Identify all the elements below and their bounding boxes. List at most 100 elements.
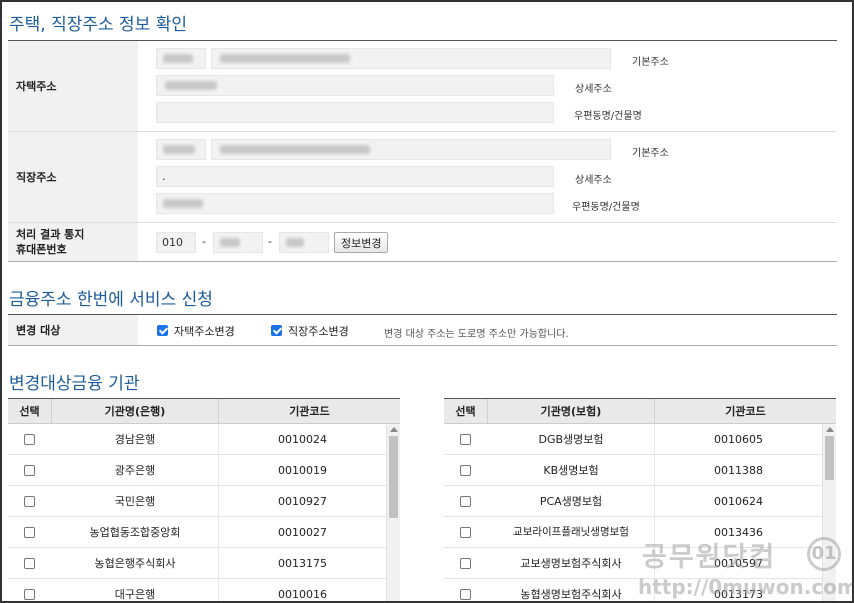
phone-header-line2: 휴대폰번호: [16, 243, 67, 256]
change-target-note: 변경 대상 주소는 도로명 주소만 가능합니다.: [384, 329, 569, 340]
work-change-label: 직장주소변경: [288, 325, 349, 338]
insurance-row-checkbox[interactable]: [460, 527, 471, 538]
bank-code: 0010019: [278, 464, 327, 477]
table-row: 농업협동조합중앙회 0010027: [8, 517, 386, 548]
work-address-header: 직장주소: [8, 132, 138, 222]
phone-header: 처리 결과 통지 휴대폰번호: [8, 223, 138, 261]
change-target-table: 변경 대상 자택주소변경 직장주소변경 변경 대상 주소는 도로명 주소만 가능…: [8, 314, 837, 346]
insurance-name: 교보라이프플래닛생명보험: [488, 517, 655, 548]
section-title-address-check: 주택, 직장주소 정보 확인: [9, 15, 188, 35]
insurance-code: 0010624: [714, 495, 763, 508]
insurance-row-checkbox[interactable]: [460, 496, 471, 507]
bank-name: 농업협동조합중앙회: [52, 517, 219, 548]
home-address-header: 자택주소: [8, 41, 138, 131]
bank-name: 경남은행: [52, 424, 219, 455]
insurance-header-select: 선택: [444, 399, 488, 424]
bank-row-checkbox[interactable]: [24, 589, 35, 600]
work-detail-address-field[interactable]: .: [156, 166, 554, 187]
work-address-cell: 기본주소 . 상세주소 우편동명/건물명: [138, 132, 837, 222]
home-zip-field[interactable]: [156, 48, 206, 69]
bank-code: 0010024: [278, 433, 327, 446]
insurance-scroll-thumb[interactable]: [825, 436, 834, 480]
bank-row-checkbox[interactable]: [24, 465, 35, 476]
bank-row-checkbox[interactable]: [24, 558, 35, 569]
bank-name: 광주은행: [52, 455, 219, 486]
home-change-checkbox[interactable]: [157, 325, 168, 336]
insurance-name: PCA생명보험: [488, 486, 655, 517]
phone-prefix-field[interactable]: 010: [156, 232, 196, 253]
bank-code: 0010016: [278, 588, 327, 601]
insurance-table-header: 선택 기관명(보험) 기관코드: [444, 398, 836, 424]
bank-header-code: 기관코드: [289, 405, 330, 418]
bank-code: 0010927: [278, 495, 327, 508]
phone-middle-field[interactable]: [213, 232, 263, 253]
home-address-cell: 기본주소 상세주소 우편동명/건물명: [138, 41, 837, 131]
bank-row-checkbox[interactable]: [24, 434, 35, 445]
bank-name: 농협은행주식회사: [52, 548, 219, 579]
insurance-table: 선택 기관명(보험) 기관코드 DGB생명보험 0010605 KB생명보험 0…: [444, 398, 836, 601]
home-basic-address-field[interactable]: [211, 48, 611, 69]
home-road-name-label: 우편동명/건물명: [574, 111, 642, 122]
home-address-row: 자택주소 기본주소 상세주소 우편동명/건물명: [8, 41, 837, 132]
home-detail-address-label: 상세주소: [575, 84, 612, 95]
insurance-name: 농협생명보험주식회사: [488, 579, 655, 601]
table-row: DGB생명보험 0010605: [444, 424, 822, 455]
bank-row-checkbox[interactable]: [24, 496, 35, 507]
bank-table-scrollbar[interactable]: [386, 424, 400, 601]
bank-row-checkbox[interactable]: [24, 527, 35, 538]
insurance-name: DGB생명보험: [488, 424, 655, 455]
phone-cell: 010 - - 정보변경: [138, 223, 837, 261]
table-row: 대구은행 0010016: [8, 579, 386, 601]
section-title-service-apply: 금융주소 한번에 서비스 신청: [9, 290, 213, 310]
phone-dash-1: -: [202, 235, 206, 248]
work-change-checkbox[interactable]: [271, 325, 282, 336]
phone-last-field[interactable]: [279, 232, 329, 253]
work-road-name-field[interactable]: [156, 193, 554, 214]
table-row: 경남은행 0010024: [8, 424, 386, 455]
scroll-up-arrow-icon[interactable]: [390, 427, 398, 432]
table-row: PCA생명보험 0010624: [444, 486, 822, 517]
bank-header-name: 기관명(은행): [52, 399, 219, 424]
insurance-code: 0010605: [714, 433, 763, 446]
table-row: 농협은행주식회사 0013175: [8, 548, 386, 579]
phone-dash-2: -: [268, 235, 272, 248]
bank-table-header: 선택 기관명(은행) 기관코드: [8, 398, 400, 424]
bank-name: 대구은행: [52, 579, 219, 601]
home-road-name-field[interactable]: [156, 102, 554, 123]
insurance-row-checkbox[interactable]: [460, 558, 471, 569]
change-target-header: 변경 대상: [8, 315, 138, 345]
scroll-up-arrow-icon[interactable]: [826, 427, 834, 432]
bank-table: 선택 기관명(은행) 기관코드 경남은행 0010024 광주은행 001001…: [8, 398, 400, 601]
watermark-url: http://0muwon.com: [638, 575, 854, 599]
insurance-header-code: 기관코드: [725, 405, 766, 418]
table-row: 국민은행 0010927: [8, 486, 386, 517]
work-basic-address-field[interactable]: [211, 139, 611, 160]
work-detail-address-value: .: [162, 170, 166, 183]
watermark-text: 공무원닷컴: [642, 542, 777, 573]
table-row: KB생명보험 0011388: [444, 455, 822, 486]
bank-code: 0013175: [278, 557, 327, 570]
phone-header-line1: 처리 결과 통지: [16, 228, 85, 241]
insurance-row-checkbox[interactable]: [460, 589, 471, 600]
phone-row: 처리 결과 통지 휴대폰번호 010 - - 정보변경: [8, 223, 837, 262]
home-basic-address-label: 기본주소: [632, 57, 669, 68]
insurance-header-name: 기관명(보험): [488, 399, 655, 424]
bank-table-body: 경남은행 0010024 광주은행 0010019 국민은행 0010927 농…: [8, 424, 400, 601]
table-row: 광주은행 0010019: [8, 455, 386, 486]
work-zip-field[interactable]: [156, 139, 206, 160]
bank-code: 0010027: [278, 526, 327, 539]
change-target-cell: 자택주소변경 직장주소변경 변경 대상 주소는 도로명 주소만 가능합니다.: [138, 315, 837, 345]
bank-scroll-thumb[interactable]: [389, 436, 398, 518]
insurance-name: 교보생명보험주식회사: [488, 548, 655, 579]
bank-name: 국민은행: [52, 486, 219, 517]
change-info-button[interactable]: 정보변경: [334, 232, 389, 253]
home-change-label: 자택주소변경: [174, 325, 235, 338]
work-address-row: 직장주소 기본주소 . 상세주소 우편동명/건물명: [8, 132, 837, 223]
insurance-code: 0011388: [714, 464, 763, 477]
section-title-institutions: 변경대상금융 기관: [9, 374, 140, 394]
insurance-row-checkbox[interactable]: [460, 465, 471, 476]
insurance-row-checkbox[interactable]: [460, 434, 471, 445]
home-detail-address-field[interactable]: [156, 75, 554, 96]
work-basic-address-label: 기본주소: [632, 148, 669, 159]
page-frame: 주택, 직장주소 정보 확인 자택주소 기본주소 상세주소 우편동명/건물명 직…: [0, 0, 854, 603]
